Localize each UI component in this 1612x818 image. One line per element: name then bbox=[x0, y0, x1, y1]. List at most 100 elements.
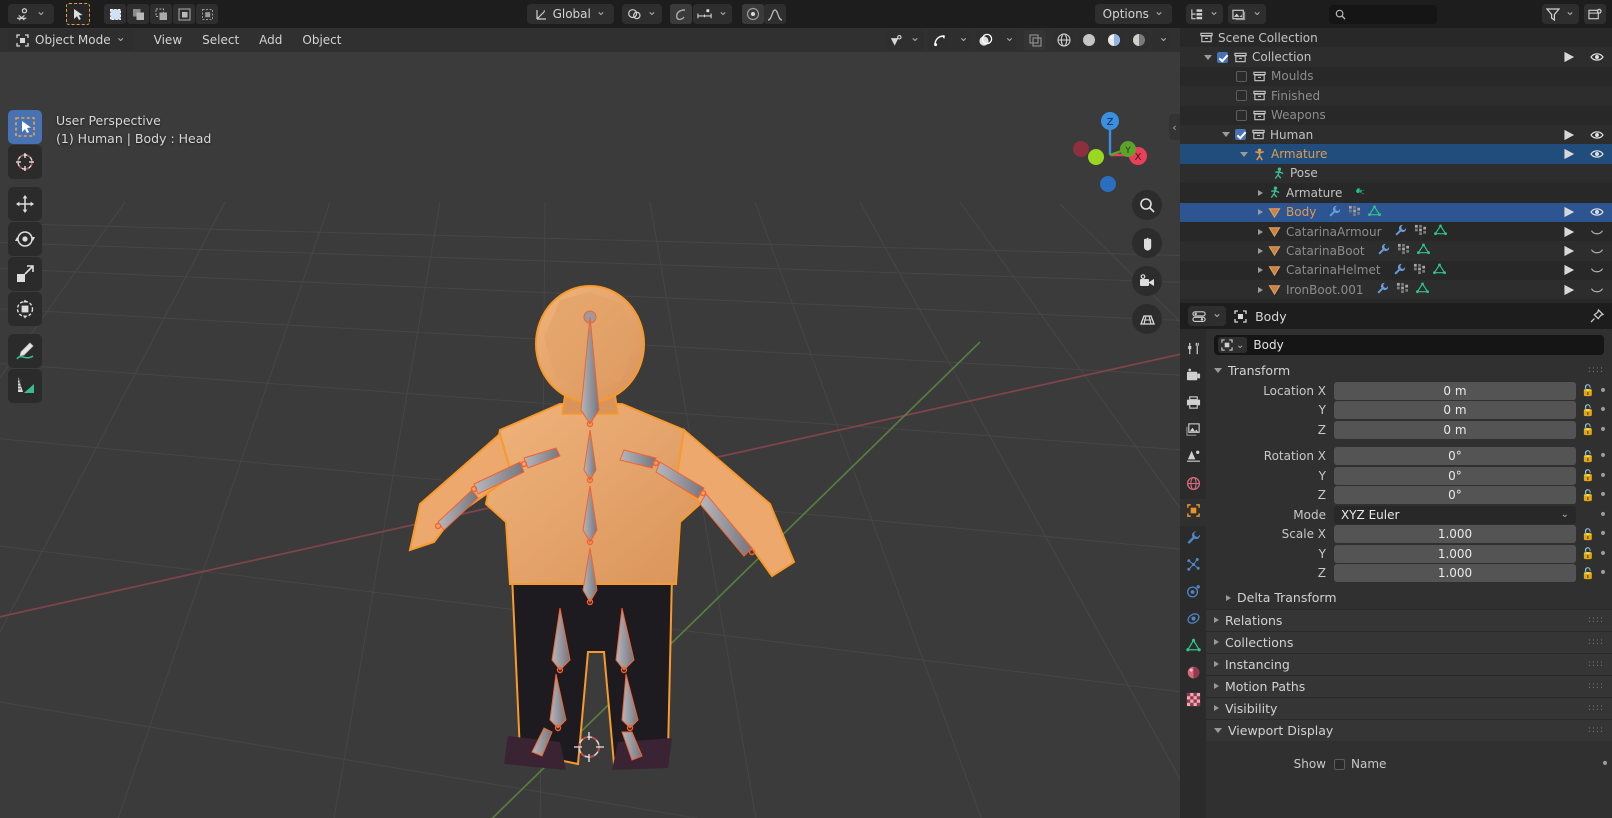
outliner-row-catarinaboot[interactable]: CatarinaBoot bbox=[1180, 241, 1612, 261]
vertex-group-icon[interactable] bbox=[1413, 263, 1426, 278]
mesh-data-icon[interactable] bbox=[1433, 224, 1447, 239]
modifier-wrench-icon[interactable] bbox=[1394, 224, 1407, 239]
transform-location-x-0-input[interactable]: 0 m bbox=[1334, 381, 1576, 400]
vertex-group-icon[interactable] bbox=[1348, 205, 1361, 220]
gizmo-options-dropdown[interactable] bbox=[952, 30, 970, 50]
animate-dot-icon[interactable]: • bbox=[1596, 508, 1610, 522]
falloff-smooth-button[interactable] bbox=[764, 4, 787, 24]
zoom-button[interactable] bbox=[1132, 190, 1162, 220]
disable-in-renders-icon[interactable] bbox=[1563, 148, 1576, 160]
mesh-data-icon[interactable] bbox=[1432, 263, 1446, 278]
animate-dot-icon[interactable]: • bbox=[1596, 449, 1610, 463]
tool-rotate[interactable] bbox=[8, 222, 42, 256]
properties-tab-particles[interactable] bbox=[1180, 553, 1206, 580]
disable-in-renders-icon[interactable] bbox=[1563, 264, 1576, 276]
properties-tab-texture[interactable] bbox=[1180, 688, 1206, 715]
sidebar-expand-arrow[interactable]: ‹ bbox=[1169, 114, 1180, 140]
outliner-row-catarinaarmour[interactable]: CatarinaArmour bbox=[1180, 222, 1612, 241]
outliner-row-body[interactable]: Body bbox=[1180, 202, 1612, 222]
snap-toggle-button[interactable] bbox=[621, 4, 662, 24]
proportional-connected-button[interactable] bbox=[742, 4, 765, 24]
properties-tab-physics[interactable] bbox=[1180, 580, 1206, 607]
hide-closed-eye-icon[interactable] bbox=[1590, 264, 1604, 276]
animate-dot-icon[interactable]: • bbox=[1596, 547, 1610, 561]
hide-eye-icon[interactable] bbox=[1590, 206, 1604, 218]
menu-select[interactable]: Select bbox=[192, 30, 249, 50]
panel-relations[interactable]: Relations:::: bbox=[1206, 608, 1612, 631]
select-intersect-icon[interactable] bbox=[196, 4, 218, 24]
hide-eye-icon[interactable] bbox=[1590, 129, 1604, 141]
lock-icon[interactable]: 🔓 bbox=[1580, 450, 1596, 463]
visibility-checkbox[interactable] bbox=[1217, 51, 1228, 63]
ortho-persp-toggle-button[interactable] bbox=[1132, 304, 1162, 334]
tool-move[interactable] bbox=[8, 187, 42, 221]
vertex-group-icon[interactable] bbox=[1396, 282, 1409, 297]
overlays-options-dropdown[interactable] bbox=[998, 30, 1016, 50]
transform-y-1-input[interactable]: 0 m bbox=[1334, 401, 1576, 419]
options-button[interactable]: Options bbox=[1094, 4, 1172, 24]
disclosure-closed-icon[interactable] bbox=[1258, 209, 1263, 216]
panel-visibility[interactable]: Visibility:::: bbox=[1206, 696, 1612, 719]
transform-y-4-input[interactable]: 0° bbox=[1334, 466, 1576, 485]
mesh-data-icon[interactable] bbox=[1415, 282, 1429, 297]
disclosure-open-icon[interactable] bbox=[1204, 54, 1212, 60]
disclosure-closed-icon[interactable] bbox=[1258, 189, 1263, 196]
modifier-wrench-icon[interactable] bbox=[1328, 205, 1341, 220]
outliner-row-weapons[interactable]: Weapons bbox=[1180, 106, 1612, 125]
properties-tab-constraints[interactable] bbox=[1180, 607, 1206, 634]
lock-icon[interactable]: 🔓 bbox=[1580, 567, 1596, 580]
rendered-shading-icon[interactable] bbox=[1127, 30, 1151, 50]
disclosure-closed-icon[interactable] bbox=[1258, 286, 1263, 293]
disclosure-open-icon[interactable] bbox=[1222, 132, 1230, 138]
transform-panel-header[interactable]: Transform :::: bbox=[1206, 359, 1612, 381]
visibility-checkbox[interactable] bbox=[1236, 109, 1247, 121]
transform-z-2-input[interactable]: 0 m bbox=[1334, 420, 1576, 439]
xray-toggle-button[interactable] bbox=[1024, 30, 1046, 50]
transform-scale-1-input[interactable]: 1.000 bbox=[1334, 544, 1576, 563]
navigation-gizmo[interactable]: Z X Y bbox=[1065, 107, 1155, 197]
hide-eye-icon[interactable] bbox=[1590, 51, 1604, 63]
visibility-checkbox[interactable] bbox=[1236, 90, 1247, 102]
material-shading-icon[interactable] bbox=[1102, 30, 1126, 50]
outliner-search-input[interactable] bbox=[1329, 4, 1437, 24]
animate-dot-icon[interactable]: • bbox=[1598, 757, 1612, 771]
name-checkbox[interactable] bbox=[1334, 758, 1345, 770]
outliner-row-armature[interactable]: Armature bbox=[1180, 144, 1612, 164]
tool-annotate[interactable] bbox=[8, 334, 42, 368]
panel-motion-paths[interactable]: Motion Paths:::: bbox=[1206, 674, 1612, 697]
hide-closed-eye-icon[interactable] bbox=[1590, 284, 1604, 296]
outliner-display-mode-button[interactable] bbox=[1186, 4, 1224, 24]
outliner-editor[interactable]: Scene Collection Collection Moulds Finished… bbox=[1180, 0, 1612, 303]
transform-scale-2-input[interactable]: 1.000 bbox=[1334, 564, 1576, 582]
object-mode-selector[interactable]: Object Mode bbox=[8, 30, 134, 50]
animate-dot-icon[interactable]: • bbox=[1596, 527, 1610, 541]
lock-icon[interactable]: 🔓 bbox=[1580, 469, 1596, 482]
panel-instancing[interactable]: Instancing:::: bbox=[1206, 652, 1612, 675]
proportional-falloff-selector[interactable] bbox=[692, 4, 733, 24]
rotation-mode-dropdown[interactable]: XYZ Euler ⌄ bbox=[1334, 505, 1576, 524]
disclosure-open-icon[interactable] bbox=[1240, 151, 1248, 157]
properties-tab-tool[interactable] bbox=[1180, 337, 1206, 364]
pan-button[interactable] bbox=[1132, 228, 1162, 258]
overlays-toggle-button[interactable] bbox=[975, 30, 997, 50]
menu-add[interactable]: Add bbox=[249, 30, 292, 50]
properties-editor-type-button[interactable] bbox=[1188, 306, 1227, 326]
disclosure-closed-icon[interactable] bbox=[1258, 228, 1263, 235]
transform-scale-0-input[interactable]: 1.000 bbox=[1334, 525, 1576, 543]
vertex-group-icon[interactable] bbox=[1397, 243, 1410, 258]
gizmo-toggle-button[interactable] bbox=[929, 30, 951, 50]
animate-dot-icon[interactable]: • bbox=[1596, 423, 1610, 437]
lock-icon[interactable]: 🔓 bbox=[1580, 547, 1596, 560]
outliner-row-moulds[interactable]: Moulds bbox=[1180, 67, 1612, 86]
object-visibility-button[interactable] bbox=[884, 30, 924, 50]
properties-tab-render[interactable] bbox=[1180, 364, 1206, 391]
animate-dot-icon[interactable]: • bbox=[1596, 403, 1610, 417]
animate-dot-icon[interactable]: • bbox=[1596, 384, 1610, 398]
lock-icon[interactable]: 🔓 bbox=[1580, 384, 1596, 397]
properties-tab-data[interactable] bbox=[1180, 634, 1206, 661]
id-type-button[interactable]: ⌄ bbox=[1218, 337, 1248, 353]
tool-scale[interactable] bbox=[8, 257, 42, 291]
disable-in-renders-icon[interactable] bbox=[1563, 206, 1576, 218]
mesh-data-icon[interactable] bbox=[1416, 243, 1430, 258]
transform-orientation-selector[interactable]: Global bbox=[526, 4, 614, 24]
